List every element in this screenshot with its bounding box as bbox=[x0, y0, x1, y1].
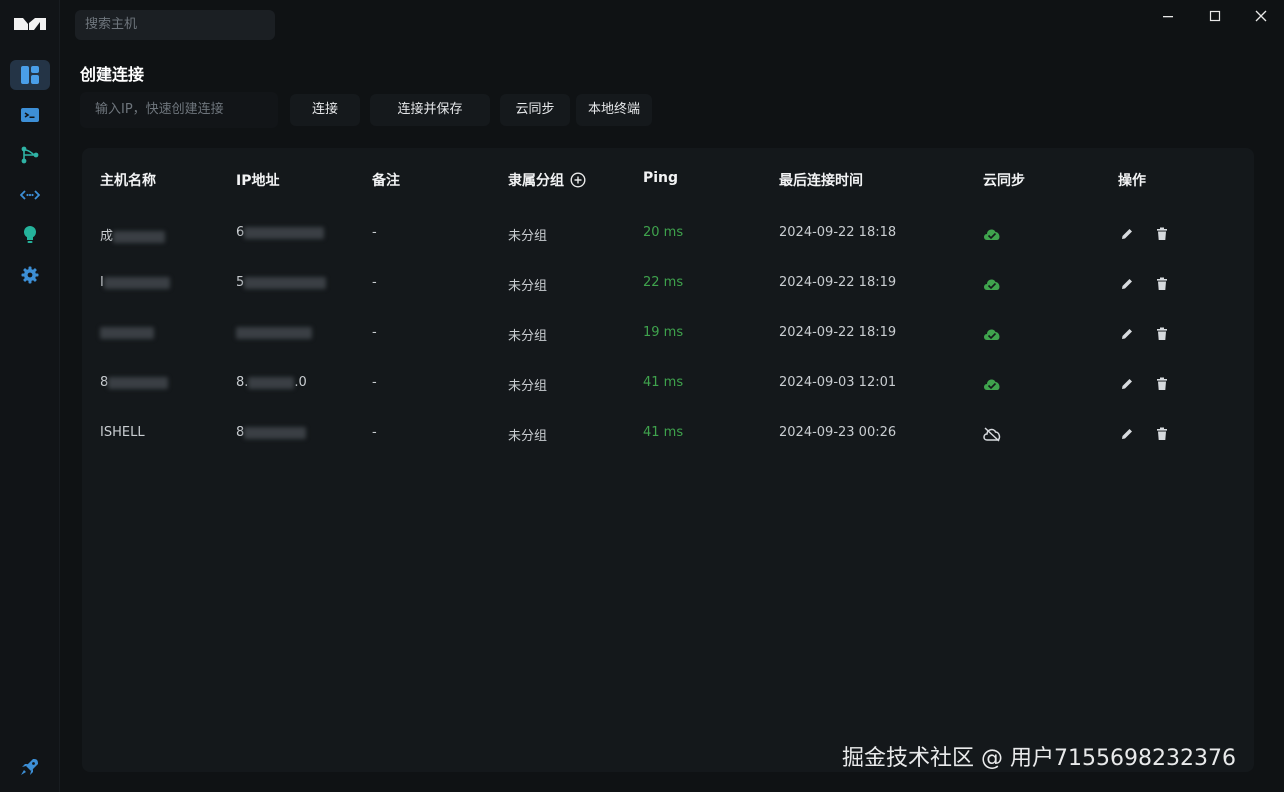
sidebar-item-settings[interactable] bbox=[10, 260, 50, 290]
add-group-icon[interactable] bbox=[570, 172, 586, 188]
host-name: 8 bbox=[100, 375, 169, 390]
host-ip: 8 bbox=[236, 425, 307, 440]
host-ip bbox=[236, 325, 312, 340]
branch-share-icon bbox=[21, 146, 39, 164]
host-note: - bbox=[372, 425, 377, 440]
host-note: - bbox=[372, 275, 377, 290]
host-name bbox=[100, 325, 154, 340]
host-group: 未分组 bbox=[508, 279, 548, 294]
app-window: 搜索主机 创建连接 输入IP，快速创建连接 连接 连接并保存 云同步 本地终端 … bbox=[0, 0, 1284, 792]
search-hosts-input[interactable]: 搜索主机 bbox=[75, 10, 275, 40]
cloud-off-icon bbox=[981, 425, 1003, 443]
col-header-ip: IP地址 bbox=[236, 173, 280, 189]
cloud-synced-icon bbox=[981, 375, 1003, 393]
col-header-name: 主机名称 bbox=[100, 173, 156, 189]
rocket-icon[interactable] bbox=[19, 756, 41, 778]
code-arrows-icon bbox=[20, 190, 40, 200]
sidebar bbox=[0, 0, 60, 792]
ip-input[interactable]: 输入IP，快速创建连接 bbox=[80, 92, 278, 128]
cloud-sync-button[interactable]: 云同步 bbox=[500, 94, 570, 126]
host-group: 未分组 bbox=[508, 329, 548, 344]
delete-icon[interactable] bbox=[1151, 425, 1173, 443]
watermark: 掘金技术社区 @ 用户7155698232376 bbox=[842, 746, 1236, 771]
host-table bbox=[82, 148, 1254, 772]
cloud-synced-icon bbox=[981, 325, 1003, 343]
minimize-icon[interactable] bbox=[1160, 8, 1176, 24]
host-last-connected: 2024-09-03 12:01 bbox=[779, 375, 897, 390]
host-name: 成 bbox=[100, 225, 166, 244]
cloud-synced-icon bbox=[981, 225, 1003, 243]
cloud-synced-icon bbox=[981, 275, 1003, 293]
col-header-cloud-sync: 云同步 bbox=[983, 173, 1025, 189]
host-group: 未分组 bbox=[508, 379, 548, 394]
host-ip: 5 bbox=[236, 275, 327, 290]
maximize-icon[interactable] bbox=[1207, 8, 1223, 24]
close-icon[interactable] bbox=[1253, 8, 1269, 24]
col-header-actions: 操作 bbox=[1118, 173, 1146, 189]
sidebar-item-port-forward[interactable] bbox=[10, 180, 50, 210]
host-ping: 41 ms bbox=[643, 375, 684, 390]
host-ip: 6 bbox=[236, 225, 325, 240]
host-ping: 19 ms bbox=[643, 325, 684, 340]
host-note: - bbox=[372, 225, 377, 240]
dashboard-icon bbox=[21, 66, 39, 84]
delete-icon[interactable] bbox=[1151, 225, 1173, 243]
host-ping: 22 ms bbox=[643, 275, 684, 290]
sidebar-item-terminal[interactable] bbox=[10, 100, 50, 130]
connect-button[interactable]: 连接 bbox=[290, 94, 360, 126]
host-ip: 8. .0 bbox=[236, 375, 307, 390]
terminal-icon bbox=[21, 108, 39, 122]
host-group: 未分组 bbox=[508, 229, 548, 244]
connect-save-button[interactable]: 连接并保存 bbox=[370, 94, 490, 126]
host-last-connected: 2024-09-22 18:18 bbox=[779, 225, 897, 240]
col-header-ping: Ping bbox=[643, 170, 679, 186]
host-ping: 20 ms bbox=[643, 225, 684, 240]
sidebar-item-sftp[interactable] bbox=[10, 140, 50, 170]
local-terminal-button[interactable]: 本地终端 bbox=[576, 94, 652, 126]
host-name: I bbox=[100, 275, 170, 290]
host-last-connected: 2024-09-22 18:19 bbox=[779, 325, 897, 340]
delete-icon[interactable] bbox=[1151, 375, 1173, 393]
sidebar-item-ideas[interactable] bbox=[10, 220, 50, 250]
lightbulb-icon bbox=[24, 226, 36, 243]
sidebar-item-dashboard[interactable] bbox=[10, 60, 50, 90]
delete-icon[interactable] bbox=[1151, 325, 1173, 343]
host-last-connected: 2024-09-22 18:19 bbox=[779, 275, 897, 290]
edit-icon[interactable] bbox=[1116, 225, 1138, 243]
page-title: 创建连接 bbox=[80, 65, 145, 84]
edit-icon[interactable] bbox=[1116, 375, 1138, 393]
host-last-connected: 2024-09-23 00:26 bbox=[779, 425, 897, 440]
col-header-note: 备注 bbox=[372, 173, 400, 189]
host-name: ISHELL bbox=[100, 425, 145, 440]
host-ping: 41 ms bbox=[643, 425, 684, 440]
delete-icon[interactable] bbox=[1151, 275, 1173, 293]
edit-icon[interactable] bbox=[1116, 425, 1138, 443]
col-header-group: 隶属分组 bbox=[508, 170, 586, 190]
host-group: 未分组 bbox=[508, 429, 548, 444]
app-logo bbox=[14, 18, 46, 30]
host-note: - bbox=[372, 375, 377, 390]
edit-icon[interactable] bbox=[1116, 325, 1138, 343]
gear-icon bbox=[21, 266, 39, 284]
edit-icon[interactable] bbox=[1116, 275, 1138, 293]
col-header-last-connected: 最后连接时间 bbox=[779, 173, 863, 189]
host-note: - bbox=[372, 325, 377, 340]
